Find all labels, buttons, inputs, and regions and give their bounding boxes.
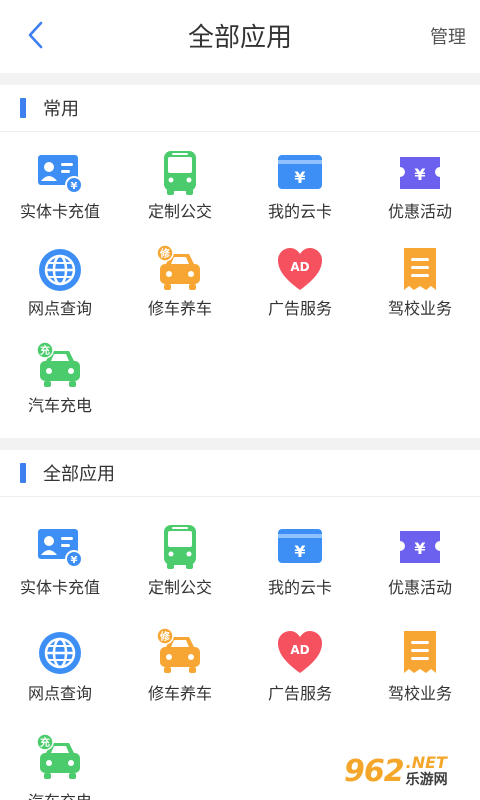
cloud-card-icon: ¥: [274, 147, 326, 199]
car-charge-icon: 充: [34, 733, 86, 785]
svg-text:¥: ¥: [414, 539, 425, 558]
app-label: 广告服务: [267, 686, 332, 703]
svg-text:¥: ¥: [71, 555, 78, 566]
receipt-icon: [394, 627, 446, 679]
app-card-recharge[interactable]: ¥ 实体卡充值: [0, 147, 120, 244]
watermark-text: 乐游网: [405, 771, 448, 787]
app-ad-service[interactable]: AD 广告服务: [240, 627, 360, 733]
app-label: 驾校业务: [387, 686, 452, 703]
app-grid: ¥ 实体卡充值 定制公交 ¥ 我的云卡 ¥ 优惠活动 网点查询 修 修车养车 A…: [0, 132, 480, 438]
app-cloud-card[interactable]: ¥ 我的云卡: [240, 147, 360, 244]
app-outlet-search[interactable]: 网点查询: [0, 627, 120, 733]
section-header: 全部应用: [0, 450, 480, 497]
receipt-icon: [394, 244, 446, 296]
app-promotions[interactable]: ¥ 优惠活动: [360, 521, 480, 627]
app-label: 实体卡充值: [19, 580, 100, 597]
app-label: 汽车充电: [27, 398, 92, 415]
heart-ad-icon: AD: [274, 627, 326, 679]
section-accent-bar: [20, 463, 26, 483]
bus-icon: [154, 521, 206, 573]
card-recharge-icon: ¥: [34, 521, 86, 573]
app-driving-school[interactable]: 驾校业务: [360, 627, 480, 733]
coupon-icon: ¥: [394, 521, 446, 573]
svg-text:充: 充: [40, 344, 50, 357]
car-repair-icon: 修: [154, 627, 206, 679]
svg-text:充: 充: [40, 736, 50, 749]
app-driving-school[interactable]: 驾校业务: [360, 244, 480, 341]
section-divider: [0, 438, 480, 450]
app-car-repair[interactable]: 修 修车养车: [120, 244, 240, 341]
chevron-left-icon: [27, 21, 43, 54]
manage-button[interactable]: 管理: [430, 24, 466, 50]
app-car-charging[interactable]: 充 汽车充电: [0, 341, 120, 438]
svg-text:AD: AD: [290, 260, 309, 274]
app-custom-bus[interactable]: 定制公交: [120, 521, 240, 627]
app-car-charging[interactable]: 充 汽车充电: [0, 733, 120, 800]
app-label: 修车养车: [147, 301, 212, 318]
app-label: 定制公交: [147, 580, 212, 597]
svg-text:修: 修: [159, 630, 171, 643]
app-label: 网点查询: [27, 301, 92, 318]
section-frequent: 常用 ¥ 实体卡充值 定制公交 ¥ 我的云卡 ¥ 优惠活动 网点查询 修 修车养…: [0, 85, 480, 438]
car-charge-icon: 充: [34, 341, 86, 393]
app-cloud-card[interactable]: ¥ 我的云卡: [240, 521, 360, 627]
app-label: 我的云卡: [267, 580, 332, 597]
section-title: 常用: [43, 99, 79, 119]
svg-text:¥: ¥: [294, 542, 305, 561]
app-label: 驾校业务: [387, 301, 452, 318]
watermark-suffix: .NET: [405, 753, 447, 772]
globe-icon: [34, 627, 86, 679]
section-accent-bar: [20, 98, 26, 118]
app-label: 广告服务: [267, 301, 332, 318]
svg-text:¥: ¥: [414, 165, 425, 184]
section-title: 全部应用: [43, 464, 115, 484]
card-recharge-icon: ¥: [34, 147, 86, 199]
section-header: 常用: [0, 85, 480, 132]
app-label: 网点查询: [27, 686, 92, 703]
globe-icon: [34, 244, 86, 296]
app-car-repair[interactable]: 修 修车养车: [120, 627, 240, 733]
bus-icon: [154, 147, 206, 199]
app-custom-bus[interactable]: 定制公交: [120, 147, 240, 244]
app-label: 优惠活动: [387, 204, 452, 221]
svg-text:修: 修: [159, 247, 171, 260]
app-label: 修车养车: [147, 686, 212, 703]
svg-text:¥: ¥: [294, 168, 305, 187]
app-label: 我的云卡: [267, 204, 332, 221]
page-title: 全部应用: [187, 22, 292, 52]
app-header: 全部应用 管理: [0, 0, 480, 73]
app-label: 汽车充电: [28, 792, 92, 800]
svg-text:AD: AD: [290, 643, 309, 657]
watermark-text-group: .NET 乐游网: [406, 754, 448, 788]
site-watermark: 962 .NET 乐游网: [344, 748, 474, 794]
app-outlet-search[interactable]: 网点查询: [0, 244, 120, 341]
app-ad-service[interactable]: AD 广告服务: [240, 244, 360, 341]
heart-ad-icon: AD: [274, 244, 326, 296]
app-label: 优惠活动: [387, 580, 452, 597]
app-label: 实体卡充值: [19, 204, 100, 221]
back-button[interactable]: [20, 20, 50, 54]
app-card-recharge[interactable]: ¥ 实体卡充值: [0, 521, 120, 627]
coupon-icon: ¥: [394, 147, 446, 199]
car-repair-icon: 修: [154, 244, 206, 296]
app-promotions[interactable]: ¥ 优惠活动: [360, 147, 480, 244]
app-label: 定制公交: [147, 204, 212, 221]
watermark-logo: 962: [344, 753, 405, 789]
cloud-card-icon: ¥: [274, 521, 326, 573]
svg-text:¥: ¥: [71, 181, 78, 192]
section-divider: [0, 73, 480, 85]
